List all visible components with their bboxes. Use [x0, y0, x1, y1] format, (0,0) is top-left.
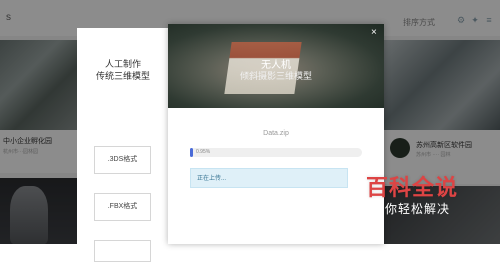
modal-banner: 无人机 倾斜摄影三维模型 ×	[168, 24, 384, 108]
progress-fill	[190, 148, 194, 157]
close-icon[interactable]: ×	[371, 27, 377, 38]
format-3ds-button[interactable]: .3DS格式	[94, 146, 151, 174]
format-fbx-button[interactable]: .FBX格式	[94, 193, 151, 221]
watermark-slogan: 助你轻松解决	[372, 202, 451, 216]
panel-title-line2: 传统三维模型	[95, 71, 150, 81]
watermark-logo: 百科全说 助你轻松解决	[352, 166, 500, 228]
file-name: Data.zip	[263, 130, 289, 137]
upload-status: 正在上传...	[190, 168, 348, 188]
panel-title-line1: 人工制作	[104, 59, 141, 69]
watermark-title: 百科全说	[366, 175, 459, 200]
banner-subtitle: 倾斜摄影三维模型	[239, 71, 312, 81]
panel-title: 人工制作 传统三维模型	[77, 58, 169, 82]
traditional-model-panel: 人工制作 传统三维模型 .3DS格式 .FBX格式	[77, 28, 169, 262]
progress-text: 0.95%	[196, 149, 211, 155]
format-button[interactable]	[94, 240, 151, 262]
upload-progress-bar: 0.95%	[190, 148, 362, 157]
